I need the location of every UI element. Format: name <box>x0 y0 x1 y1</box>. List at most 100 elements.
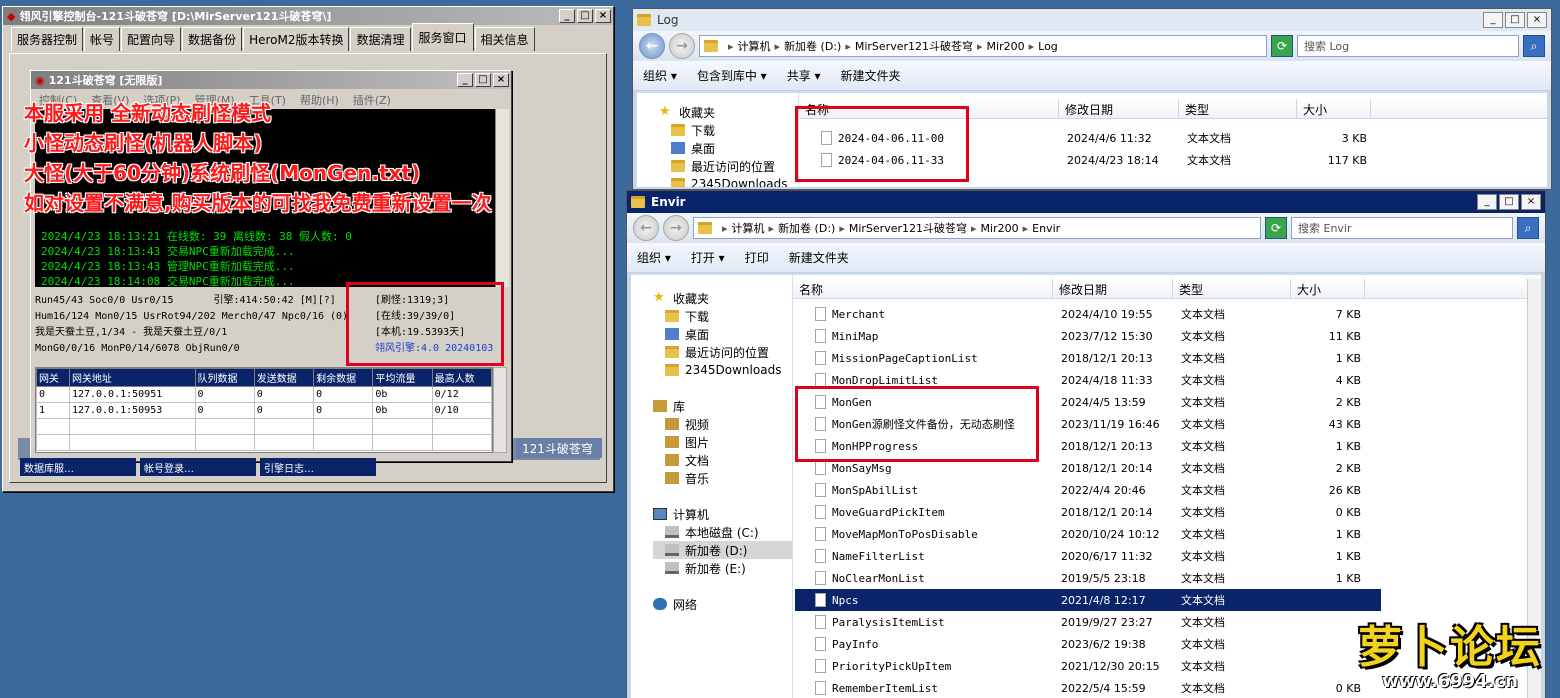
tab-3[interactable]: 数据备份 <box>182 27 243 51</box>
nav-item[interactable]: 下载 <box>659 121 798 139</box>
breadcrumb-item[interactable]: Log <box>1038 40 1058 53</box>
column-header[interactable]: 大小 <box>1291 279 1365 298</box>
nav-item[interactable]: 文档 <box>653 451 792 469</box>
tab-4[interactable]: HeroM2版本转换 <box>243 27 350 51</box>
server-menu-item[interactable]: 帮助(H) <box>300 92 339 107</box>
command-button[interactable]: 共享 ▾ <box>787 67 821 84</box>
breadcrumb-separator-icon[interactable]: ▸ <box>775 40 781 53</box>
file-row[interactable]: MissionPageCaptionList 2018/12/1 20:13 文本文… <box>795 347 1381 369</box>
log-title-bar[interactable]: Log _ □ × <box>633 9 1551 31</box>
gateway-col-header[interactable]: 网关地址 <box>68 368 196 387</box>
file-row[interactable]: Merchant 2024/4/10 19:55 文本文档 7 KB <box>795 303 1381 325</box>
file-row[interactable]: PriorityPickUpItem 2021/12/30 20:15 文本文档 <box>795 655 1381 677</box>
column-header[interactable]: 名称 <box>793 279 1053 298</box>
command-button[interactable]: 打印 <box>745 249 769 266</box>
file-row[interactable]: MoveMapMonToPosDisable 2020/10/24 10:12 文本… <box>795 523 1381 545</box>
file-row[interactable]: RememberItemList 2022/5/4 15:59 文本文档 0 KB <box>795 677 1381 698</box>
back-arrow-icon[interactable]: ← <box>633 215 659 241</box>
file-row[interactable]: NameFilterList 2020/6/17 11:32 文本文档 1 KB <box>795 545 1381 567</box>
gateway-col-header[interactable]: 平均流量 <box>372 368 433 387</box>
column-header[interactable]: 修改日期 <box>1059 99 1179 118</box>
breadcrumb-item[interactable]: Mir200 <box>981 222 1019 235</box>
mdi-tab-121[interactable]: 121斗破苍穹 <box>516 438 602 458</box>
nav-item[interactable]: 新加卷 (D:) <box>653 541 792 559</box>
console-title-bar[interactable]: ◆ 翎风引擎控制台-121斗破苍穹 [D:\MirServer121斗破苍穹\]… <box>3 7 613 25</box>
minimized-window[interactable]: 帐号登录… <box>140 458 256 476</box>
nav-item[interactable]: 音乐 <box>653 469 792 487</box>
nav-item[interactable]: 视频 <box>653 415 792 433</box>
column-header[interactable]: 大小 <box>1297 99 1371 118</box>
gateway-col-header[interactable]: 网关 <box>36 368 70 387</box>
log-minimize-button[interactable]: _ <box>1483 12 1503 28</box>
tab-0[interactable]: 服务器控制 <box>11 27 84 51</box>
refresh-icon[interactable]: ⟳ <box>1265 217 1287 239</box>
file-row[interactable]: MiniMap 2023/7/12 15:30 文本文档 11 KB <box>795 325 1381 347</box>
envir-search-input[interactable]: 搜索 Envir <box>1291 217 1513 239</box>
file-row[interactable]: MoveGuardPickItem 2018/12/1 20:14 文本文档 0 KB <box>795 501 1381 523</box>
file-row[interactable]: 2024-04-06.11-00 2024/4/6 11:32 文本文档 3 KB <box>801 127 1387 149</box>
envir-title-bar[interactable]: Envir _ □ × <box>627 191 1545 213</box>
tab-6[interactable]: 服务窗口 <box>411 23 474 51</box>
nav-item[interactable]: 图片 <box>653 433 792 451</box>
back-arrow-icon[interactable]: ← <box>639 33 665 59</box>
breadcrumb-separator-icon[interactable]: ▸ <box>1023 222 1029 235</box>
breadcrumb-item[interactable]: Envir <box>1032 222 1060 235</box>
refresh-icon[interactable]: ⟳ <box>1271 35 1293 57</box>
gateway-col-header[interactable]: 最高人数 <box>431 368 492 387</box>
command-button[interactable]: 新建文件夹 <box>789 249 849 266</box>
breadcrumb-separator-icon[interactable]: ▸ <box>971 222 977 235</box>
breadcrumb-item[interactable]: Mir200 <box>987 40 1025 53</box>
gateway-col-header[interactable]: 发送数据 <box>253 368 315 387</box>
server-maximize-button[interactable]: □ <box>475 73 491 87</box>
file-row[interactable]: MonSayMsg 2018/12/1 20:14 文本文档 2 KB <box>795 457 1381 479</box>
breadcrumb-item[interactable]: 新加卷 (D:) <box>778 220 835 236</box>
file-row[interactable]: NoClearMonList 2019/5/5 23:18 文本文档 1 KB <box>795 567 1381 589</box>
forward-arrow-icon[interactable]: → <box>663 215 689 241</box>
breadcrumb-separator-icon[interactable]: ▸ <box>839 222 845 235</box>
file-row[interactable]: ParalysisItemList 2019/9/27 23:27 文本文档 <box>795 611 1381 633</box>
minimized-window[interactable]: 引擎日志… <box>260 458 376 476</box>
server-minimize-button[interactable]: _ <box>457 73 473 87</box>
table-row[interactable]: 1 127.0.0.1:50953 0 0 0 0b 0/10 <box>36 402 492 419</box>
envir-close-button[interactable]: × <box>1521 194 1541 210</box>
nav-item[interactable]: 桌面 <box>653 325 792 343</box>
file-row[interactable]: MonGen源刷怪文件备份，无动态刷怪 2023/11/19 16:46 文本文档 4… <box>795 413 1381 435</box>
gateway-scrollbar[interactable] <box>493 367 507 453</box>
minimized-window[interactable]: 数据库服… <box>20 458 136 476</box>
nav-item[interactable]: 桌面 <box>659 139 798 157</box>
envir-maximize-button[interactable]: □ <box>1499 194 1519 210</box>
log-scrollbar[interactable] <box>495 109 509 287</box>
breadcrumb-item[interactable]: MirServer121斗破苍穹 <box>855 38 973 54</box>
nav-item[interactable]: 下载 <box>653 307 792 325</box>
minimize-button[interactable]: _ <box>559 9 575 23</box>
breadcrumb-item[interactable]: MirServer121斗破苍穹 <box>849 220 967 236</box>
tab-1[interactable]: 帐号 <box>84 27 121 51</box>
breadcrumb-separator-icon[interactable]: ▸ <box>845 40 851 53</box>
forward-arrow-icon[interactable]: → <box>669 33 695 59</box>
breadcrumb-separator-icon[interactable]: ▸ <box>722 222 728 235</box>
tab-7[interactable]: 相关信息 <box>474 27 535 51</box>
gateway-col-header[interactable]: 剩余数据 <box>313 368 374 387</box>
gateway-col-header[interactable]: 队列数据 <box>194 368 255 387</box>
column-header[interactable]: 类型 <box>1179 99 1297 118</box>
nav-item[interactable]: 本地磁盘 (C:) <box>653 523 792 541</box>
log-address-input[interactable]: ▸ 计算机 ▸ 新加卷 (D:) ▸ MirServer121斗破苍穹 ▸ Mir200 ▸ Lo… <box>699 35 1267 57</box>
command-button[interactable]: 新建文件夹 <box>841 67 901 84</box>
nav-item[interactable]: 最近访问的位置 <box>653 343 792 361</box>
log-search-input[interactable]: 搜索 Log <box>1297 35 1519 57</box>
close-button[interactable]: × <box>595 9 611 23</box>
breadcrumb-item[interactable]: 计算机 <box>738 38 771 54</box>
server-menu-item[interactable]: 插件(Z) <box>353 92 391 107</box>
column-header[interactable]: 名称 <box>799 99 1059 118</box>
nav-item[interactable]: 网络 <box>653 595 792 613</box>
nav-item[interactable]: 库 <box>653 397 792 415</box>
breadcrumb-item[interactable]: 计算机 <box>732 220 765 236</box>
server-title-bar[interactable]: ◉ 121斗破苍穹 [无限版] _ □ × <box>31 71 511 89</box>
breadcrumb-separator-icon[interactable]: ▸ <box>1029 40 1035 53</box>
server-close-button[interactable]: × <box>493 73 509 87</box>
file-row[interactable]: Npcs 2021/4/8 12:17 文本文档 <box>795 589 1381 611</box>
breadcrumb-separator-icon[interactable]: ▸ <box>728 40 734 53</box>
search-icon[interactable]: ⌕ <box>1523 35 1545 57</box>
tab-5[interactable]: 数据清理 <box>350 27 411 51</box>
log-maximize-button[interactable]: □ <box>1505 12 1525 28</box>
